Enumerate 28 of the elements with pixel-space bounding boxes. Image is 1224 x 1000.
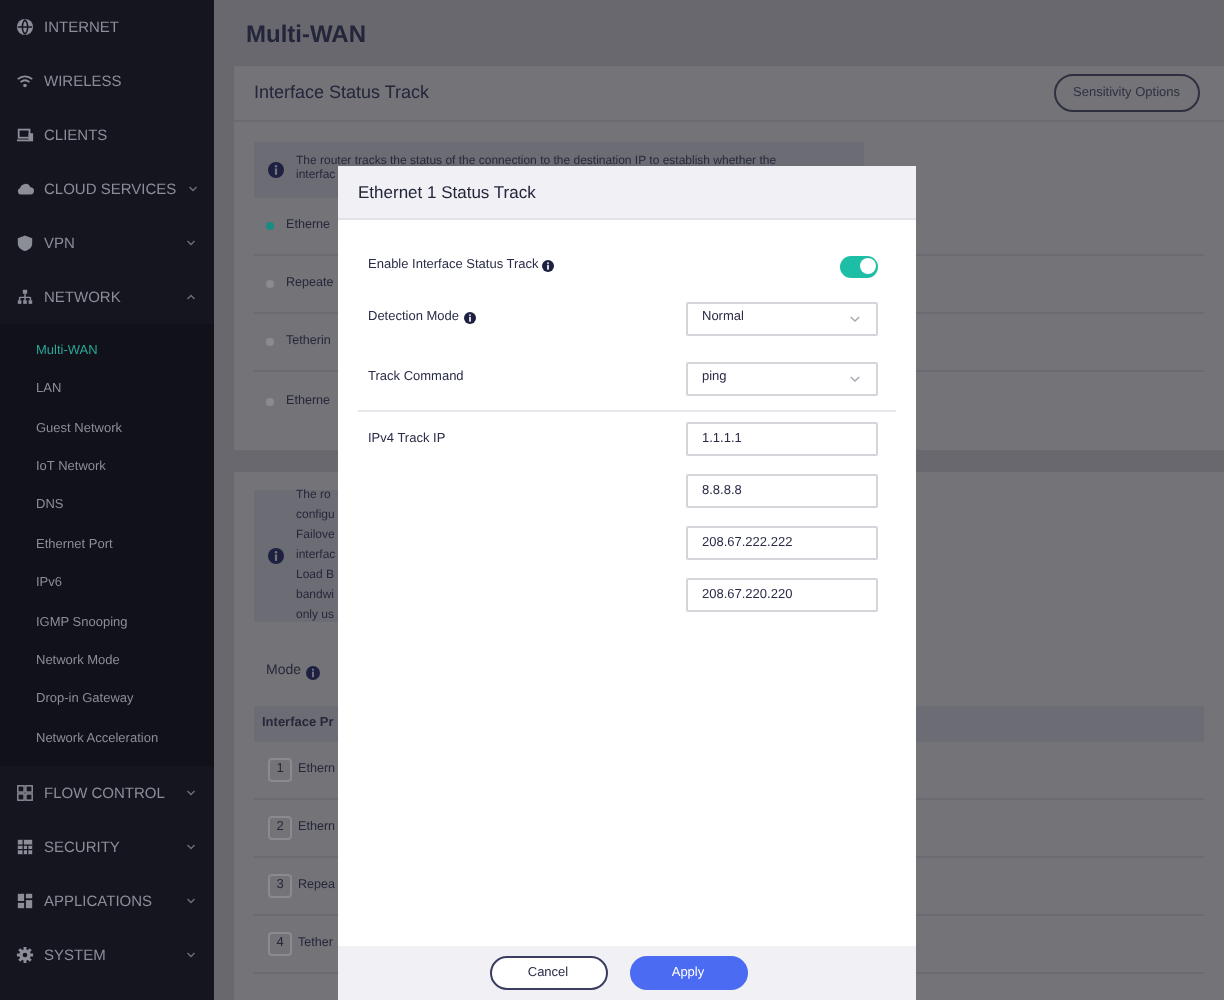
- chevron-icon: [184, 236, 198, 250]
- chevron-down-icon: [848, 311, 862, 325]
- dialog-title: Ethernet 1 Status Track: [358, 179, 536, 205]
- info-icon: [305, 665, 320, 679]
- info-icon: [463, 312, 476, 324]
- info-icon: [268, 162, 284, 178]
- network-icon: [16, 288, 34, 306]
- info-icon: [268, 548, 284, 564]
- chevron-icon: [184, 894, 198, 909]
- gear-icon: [16, 946, 34, 965]
- info-icon: [542, 260, 555, 272]
- toggle-switch[interactable]: [840, 255, 878, 277]
- chevron-icon: [184, 786, 198, 801]
- devices-icon: [16, 126, 34, 144]
- chevron-icon: [184, 840, 198, 855]
- dashboard-icon: [16, 892, 34, 911]
- chevron-icon: [184, 290, 198, 304]
- shield-icon: [16, 234, 34, 252]
- cloud-icon: [16, 180, 34, 198]
- chevron-icon: [186, 182, 201, 196]
- chevron-icon: [184, 948, 198, 963]
- blocks-icon: [16, 838, 34, 857]
- wifi-icon: [16, 72, 34, 90]
- page-title: Multi-WAN: [244, 17, 368, 51]
- chevron-down-icon: [848, 371, 862, 385]
- grid-icon: [16, 784, 34, 803]
- card-title: Interface Status Track: [254, 79, 430, 106]
- globe-icon: [16, 18, 34, 36]
